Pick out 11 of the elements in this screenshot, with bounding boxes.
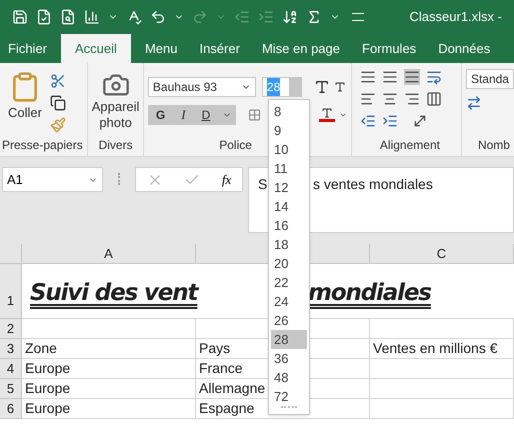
group-label: Police [219,137,252,154]
group-label: Divers [98,137,133,154]
table-cell: Zone [22,339,196,359]
window-title: Classeur1.xlsx - [410,8,502,26]
group-label: Presse-papiers [1,137,84,154]
group-label: Nomb [476,137,511,154]
table-cell: Europe [22,379,196,399]
table-cell: Europe [22,359,196,379]
table-cell: Ventes en millions € [370,339,514,359]
group-label: Alignement [378,137,441,154]
table-cell: Europe [22,399,196,419]
